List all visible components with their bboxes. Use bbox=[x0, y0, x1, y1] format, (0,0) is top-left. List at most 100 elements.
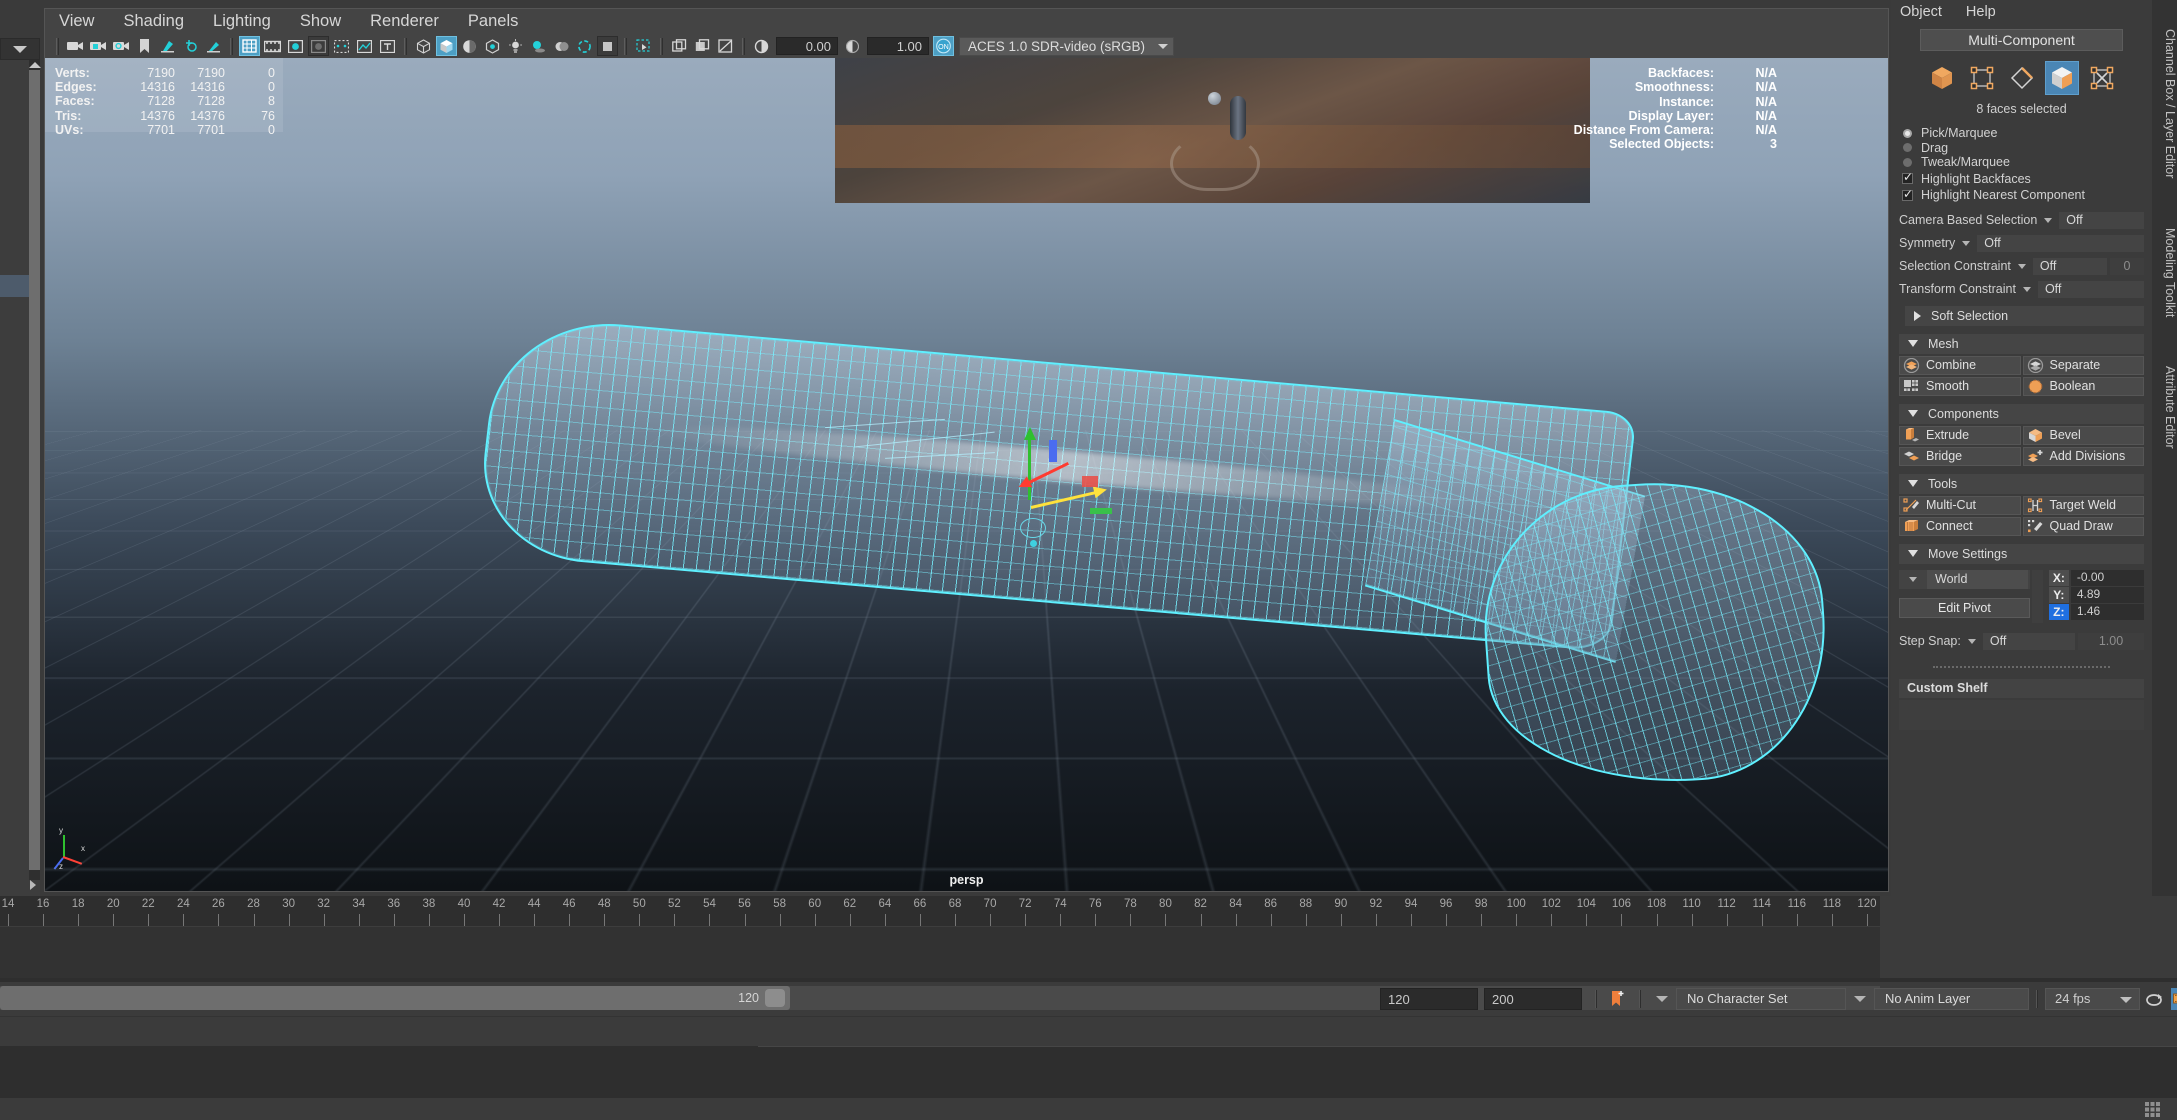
option-highlight-nearest-component[interactable]: Highlight Nearest Component bbox=[1899, 187, 2144, 203]
xray-joints-icon[interactable] bbox=[692, 36, 713, 56]
3d-viewport[interactable]: Verts: 7190 7190 0 Edges: 14316 14316 0 … bbox=[45, 58, 1888, 891]
checkbox-icon[interactable] bbox=[1902, 187, 1913, 201]
add-keyframe-icon[interactable] bbox=[1607, 988, 1629, 1010]
range-end-field[interactable]: 200 bbox=[1484, 988, 1582, 1010]
time-slider-ruler[interactable]: 14 16 18 20 22 24 26 28 30 32 34 36 38 40 42 44 46 48 50 52… bbox=[0, 896, 1880, 926]
connect-button[interactable]: Connect bbox=[1899, 516, 2021, 536]
wireframe-shading-icon[interactable] bbox=[413, 36, 434, 56]
viewport-menu-panels[interactable]: Panels bbox=[468, 12, 518, 31]
move-manipulator[interactable] bbox=[1005, 427, 1145, 558]
vertex-mode-icon[interactable] bbox=[1965, 61, 1999, 95]
separate-button[interactable]: Separate bbox=[2022, 355, 2144, 375]
xray-icon[interactable] bbox=[669, 36, 690, 56]
chevron-down-icon[interactable] bbox=[1967, 638, 1976, 644]
smooth-shading-icon[interactable] bbox=[436, 36, 457, 56]
left-strip-dropdown-button[interactable] bbox=[0, 38, 40, 60]
chevron-down-icon[interactable] bbox=[2022, 286, 2031, 292]
move-settings-grip[interactable] bbox=[2031, 569, 2043, 623]
dropdown-value[interactable]: Off bbox=[1982, 632, 2075, 650]
add-divisions-button[interactable]: Add Divisions bbox=[2022, 446, 2144, 466]
toolkit-menu-help[interactable]: Help bbox=[1966, 4, 1996, 20]
move-axis-x[interactable]: X: -0.00 bbox=[2048, 569, 2144, 586]
axis-value-x[interactable]: -0.00 bbox=[2070, 569, 2144, 586]
extrude-button[interactable]: Extrude bbox=[1899, 425, 2021, 445]
rifle-stock-mesh[interactable] bbox=[415, 308, 1888, 868]
scroll-up-icon[interactable] bbox=[28, 60, 41, 70]
viewport-menu-lighting[interactable]: Lighting bbox=[213, 12, 271, 31]
color-space-dropdown[interactable]: ACES 1.0 SDR-video (sRGB) bbox=[959, 36, 1174, 56]
dropdown-selection-constraint[interactable]: Selection Constraint Off 0 bbox=[1899, 257, 2144, 275]
xray-active-icon[interactable] bbox=[715, 36, 736, 56]
gamma-value-field[interactable]: 1.00 bbox=[867, 37, 929, 55]
left-strip-scrollbar[interactable] bbox=[28, 60, 41, 880]
textured-icon[interactable] bbox=[482, 36, 503, 56]
multi-cut-button[interactable]: Multi-Cut bbox=[1899, 495, 2021, 515]
chevron-down-icon[interactable] bbox=[2017, 263, 2026, 269]
lock-camera-icon[interactable] bbox=[88, 36, 109, 56]
range-start-field[interactable]: 120 bbox=[1380, 988, 1478, 1010]
tab-modeling-toolkit[interactable]: Modeling Toolkit bbox=[2152, 208, 2177, 338]
manipulator-axis-z[interactable] bbox=[1016, 461, 1070, 493]
lighting-icon[interactable] bbox=[505, 36, 526, 56]
isolate-select-icon[interactable] bbox=[633, 36, 654, 56]
option-pick-marquee[interactable]: Pick/Marquee bbox=[1899, 126, 2144, 141]
dropdown-camera-based-selection[interactable]: Camera Based Selection Off bbox=[1899, 211, 2144, 229]
manipulator-plane-handle-green[interactable] bbox=[1090, 508, 1112, 514]
paint-icon[interactable] bbox=[203, 36, 224, 56]
step-snap-number-field[interactable]: 1.00 bbox=[2078, 632, 2144, 650]
chevron-down-icon[interactable] bbox=[2044, 217, 2053, 223]
loop-playback-icon[interactable] bbox=[2143, 988, 2165, 1010]
character-set-dropdown[interactable]: No Character Set bbox=[1676, 988, 1846, 1010]
color-management-toggle-icon[interactable]: ON bbox=[933, 36, 954, 56]
option-highlight-backfaces[interactable]: Highlight Backfaces bbox=[1899, 170, 2144, 187]
dropdown-symmetry[interactable]: Symmetry Off bbox=[1899, 234, 2144, 252]
option-tweak-marquee[interactable]: Tweak/Marquee bbox=[1899, 155, 2144, 170]
multisample-icon[interactable] bbox=[597, 36, 618, 56]
combine-button[interactable]: Combine bbox=[1899, 355, 2021, 375]
camera-icon[interactable] bbox=[65, 36, 86, 56]
resolution-gate-icon[interactable] bbox=[285, 36, 306, 56]
checkbox-icon[interactable] bbox=[1902, 170, 1913, 185]
fps-dropdown[interactable]: 24 fps bbox=[2045, 988, 2140, 1010]
left-strip-expand-icon[interactable] bbox=[26, 878, 40, 892]
chevron-down-icon[interactable] bbox=[1909, 576, 1917, 582]
safe-action-icon[interactable] bbox=[354, 36, 375, 56]
move-space-dropdown[interactable]: World bbox=[1899, 569, 2030, 589]
custom-shelf-header[interactable]: Custom Shelf bbox=[1899, 678, 2144, 698]
help-grid-icon[interactable] bbox=[2143, 1100, 2161, 1118]
time-slider-track[interactable] bbox=[0, 926, 1880, 978]
dropdown-value[interactable]: Off bbox=[2059, 211, 2144, 229]
time-slider[interactable]: 14 16 18 20 22 24 26 28 30 32 34 36 38 40 42 44 46 48 50 52… bbox=[0, 896, 2177, 982]
manipulator-axis-y[interactable] bbox=[1024, 427, 1036, 500]
shadows-icon[interactable] bbox=[528, 36, 549, 56]
multi-component-icon[interactable] bbox=[2085, 61, 2119, 95]
dropdown-value[interactable]: Off bbox=[2032, 257, 2107, 275]
viewport-menu-show[interactable]: Show bbox=[300, 12, 341, 31]
camera-snapshot-icon[interactable] bbox=[180, 36, 201, 56]
exposure-value-field[interactable]: 0.00 bbox=[776, 37, 838, 55]
face-mode-icon[interactable] bbox=[2044, 61, 2079, 95]
camera-attributes-icon[interactable] bbox=[111, 36, 132, 56]
bridge-button[interactable]: Bridge bbox=[1899, 446, 2021, 466]
shaded-wireframe-icon[interactable] bbox=[459, 36, 480, 56]
section-soft-selection[interactable]: Soft Selection bbox=[1905, 305, 2144, 326]
playblast-icon[interactable] bbox=[2171, 988, 2177, 1010]
edit-pivot-button[interactable]: Edit Pivot bbox=[1899, 597, 2030, 618]
radio-icon[interactable] bbox=[1903, 143, 1912, 153]
chevron-down-icon[interactable] bbox=[1854, 996, 1866, 1002]
manipulator-plane-handle-red[interactable] bbox=[1082, 476, 1098, 487]
exposure-icon[interactable] bbox=[751, 36, 772, 56]
axis-value-y[interactable]: 4.89 bbox=[2070, 586, 2144, 603]
command-response-field[interactable] bbox=[758, 1046, 2177, 1068]
target-weld-button[interactable]: Target Weld bbox=[2022, 495, 2144, 515]
section-components[interactable]: Components bbox=[1899, 403, 2144, 424]
manipulator-plane-handle-blue[interactable] bbox=[1049, 440, 1057, 462]
section-move-settings[interactable]: Move Settings bbox=[1899, 543, 2144, 564]
dropdown-step-snap[interactable]: Step Snap: Off 1.00 bbox=[1899, 632, 2144, 650]
text-overlay-icon[interactable] bbox=[377, 36, 398, 56]
quad-draw-button[interactable]: Quad Draw bbox=[2022, 516, 2144, 536]
viewport-menu-renderer[interactable]: Renderer bbox=[370, 12, 439, 31]
toolkit-menu-object[interactable]: Object bbox=[1900, 4, 1942, 20]
screen-space-ao-icon[interactable] bbox=[551, 36, 572, 56]
range-handle-grip[interactable] bbox=[765, 989, 785, 1007]
